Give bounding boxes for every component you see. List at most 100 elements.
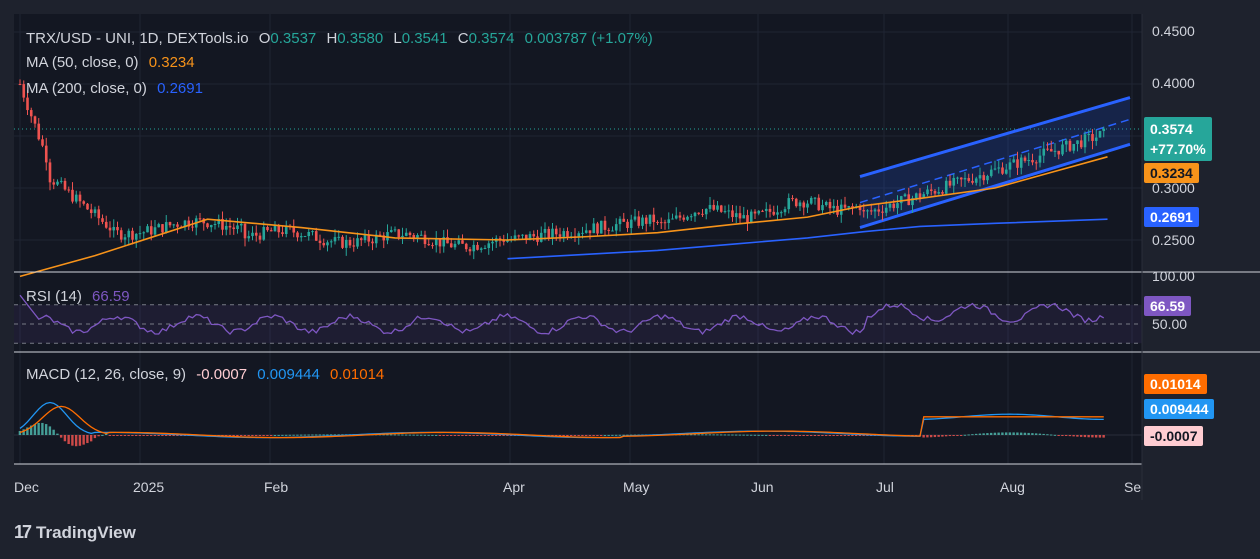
macd-histogram-bar bbox=[941, 435, 944, 437]
candle-body bbox=[464, 243, 468, 250]
macd-histogram-bar bbox=[468, 435, 472, 436]
candle-body bbox=[547, 228, 551, 238]
candle-body bbox=[618, 218, 622, 225]
macd-histogram-bar bbox=[738, 434, 742, 436]
macd-histogram-bar bbox=[314, 434, 318, 436]
macd-histogram-bar bbox=[607, 434, 610, 436]
macd-histogram-bar bbox=[566, 435, 569, 436]
time-tick-feb: Feb bbox=[264, 479, 288, 495]
candle-body bbox=[318, 240, 322, 244]
macd-histogram-bar bbox=[44, 424, 48, 435]
candle-body bbox=[806, 203, 809, 208]
candle-body bbox=[614, 224, 618, 231]
candle-body bbox=[596, 223, 599, 234]
candle-body bbox=[963, 178, 967, 180]
macd-histogram-bar bbox=[408, 434, 412, 436]
macd-histogram-bar bbox=[326, 434, 329, 436]
macd-histogram-bar bbox=[693, 434, 697, 436]
macd-histogram-bar bbox=[303, 434, 307, 436]
time-tick-aug: Aug bbox=[1000, 479, 1025, 495]
candle-body bbox=[802, 202, 806, 208]
candle-body bbox=[176, 224, 179, 227]
candle-body bbox=[566, 231, 569, 237]
last-price: 0.3574 bbox=[1150, 121, 1193, 137]
candle-body bbox=[168, 222, 172, 226]
macd-histogram-bar bbox=[464, 435, 468, 436]
macd-histogram-bar bbox=[494, 435, 498, 436]
macd-legend[interactable]: MACD (12, 26, close, 9) -0.0007 0.009444… bbox=[26, 366, 390, 384]
candle-body bbox=[659, 222, 663, 224]
candle-body bbox=[18, 84, 22, 85]
macd-histogram-bar bbox=[1016, 432, 1019, 435]
macd-histogram-bar bbox=[416, 434, 419, 436]
candle-body bbox=[828, 202, 832, 209]
candle-body bbox=[393, 229, 397, 231]
candle-body bbox=[1042, 148, 1046, 156]
candle-body bbox=[674, 215, 678, 219]
candle-body bbox=[746, 215, 749, 223]
time-tick-apr: Apr bbox=[503, 479, 525, 495]
macd-histogram-bar bbox=[967, 434, 970, 436]
candle-body bbox=[479, 248, 483, 250]
candle-body bbox=[1053, 150, 1057, 152]
candle-body bbox=[29, 110, 33, 117]
candle-body bbox=[1001, 167, 1004, 174]
candle-body bbox=[236, 225, 239, 230]
candle-body bbox=[866, 210, 869, 212]
macd-histogram-bar bbox=[449, 435, 453, 436]
symbol-label[interactable]: TRX/USD - UNI, 1D, DEXTools.io bbox=[26, 30, 249, 47]
candle-body bbox=[78, 194, 82, 202]
candle-body bbox=[764, 208, 768, 212]
candle-body bbox=[551, 228, 554, 238]
candle-body bbox=[716, 205, 719, 210]
candle-body bbox=[757, 210, 761, 214]
candle-body bbox=[843, 204, 847, 208]
candle-body bbox=[1034, 162, 1038, 164]
ma50-legend[interactable]: MA (50, close, 0) 0.3234 bbox=[26, 54, 201, 72]
macd-histogram-bar bbox=[929, 435, 933, 438]
ma200-legend[interactable]: MA (200, close, 0) 0.2691 bbox=[26, 80, 209, 98]
macd-histogram-bar bbox=[149, 435, 153, 436]
rsi-legend[interactable]: RSI (14) 66.59 bbox=[26, 288, 136, 306]
candle-body bbox=[813, 197, 817, 199]
candle-body bbox=[322, 243, 326, 246]
candle-body bbox=[371, 241, 374, 244]
candle-body bbox=[352, 245, 356, 247]
candle-body bbox=[768, 208, 772, 212]
macd-histogram-bar bbox=[164, 435, 168, 436]
macd-histogram-bar bbox=[269, 435, 273, 436]
candle-body bbox=[896, 203, 899, 209]
macd-histogram-bar bbox=[963, 434, 967, 436]
macd-histogram-bar bbox=[1038, 433, 1042, 435]
candle-body bbox=[41, 139, 44, 146]
macd-histogram-bar bbox=[56, 433, 59, 435]
candle-body bbox=[667, 219, 671, 223]
macd-histogram-bar bbox=[734, 434, 738, 436]
macd-histogram-bar bbox=[806, 435, 809, 436]
candle-body bbox=[832, 205, 836, 209]
candle-body bbox=[423, 234, 427, 245]
macd-histogram-bar bbox=[397, 434, 400, 436]
candle-body bbox=[108, 227, 112, 231]
candle-body bbox=[794, 198, 798, 207]
macd-histogram-bar bbox=[453, 435, 457, 436]
macd-histogram-bar bbox=[727, 434, 730, 436]
candle-body bbox=[997, 167, 1001, 169]
macd-histogram-bar bbox=[63, 435, 67, 442]
macd-histogram-bar bbox=[1072, 435, 1075, 437]
candle-body bbox=[138, 233, 142, 235]
macd-histogram-bar bbox=[723, 434, 727, 436]
candle-body bbox=[1012, 159, 1016, 163]
candle-body bbox=[446, 237, 449, 244]
tradingview-logo[interactable]: 17 TradingView bbox=[14, 522, 136, 543]
candle-body bbox=[971, 180, 974, 183]
macd-histogram-bar bbox=[262, 435, 265, 436]
candle-body bbox=[772, 211, 776, 215]
candle-body bbox=[71, 189, 74, 202]
macd-histogram-bar bbox=[446, 435, 449, 436]
candle-body bbox=[63, 180, 67, 190]
macd-histogram-bar bbox=[393, 434, 397, 436]
macd-histogram-bar bbox=[243, 435, 247, 436]
candle-body bbox=[1068, 140, 1072, 151]
rsi-tick-100: 100.00 bbox=[1152, 268, 1195, 284]
